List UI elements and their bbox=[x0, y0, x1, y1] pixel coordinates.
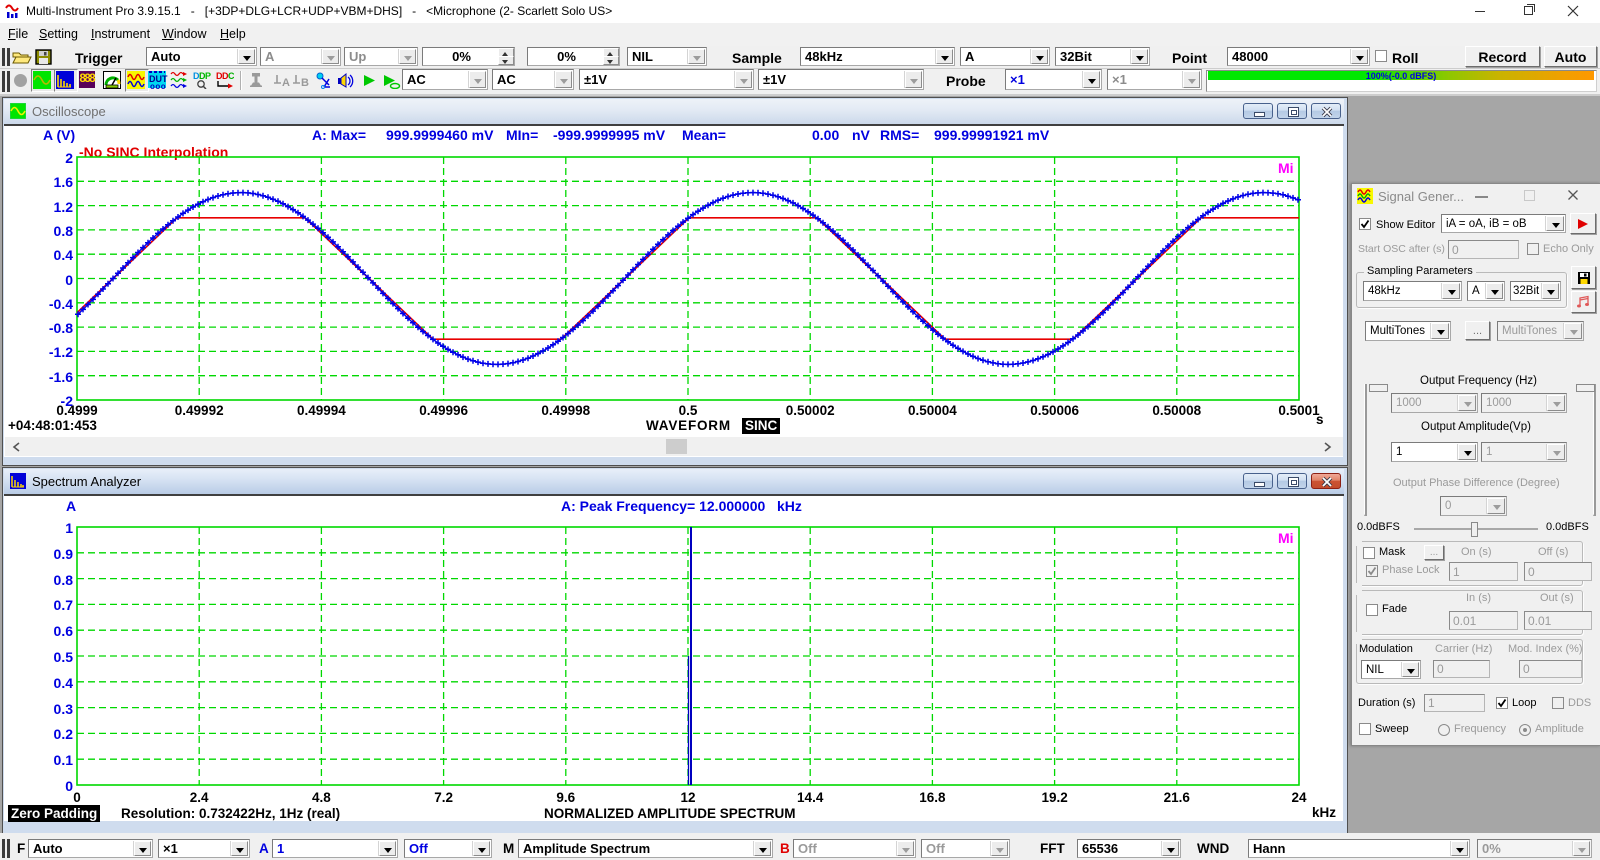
svg-text:C: C bbox=[228, 71, 234, 81]
svg-text:B: B bbox=[301, 77, 309, 88]
svg-text:P: P bbox=[205, 71, 211, 81]
svg-text:A: A bbox=[282, 77, 290, 88]
